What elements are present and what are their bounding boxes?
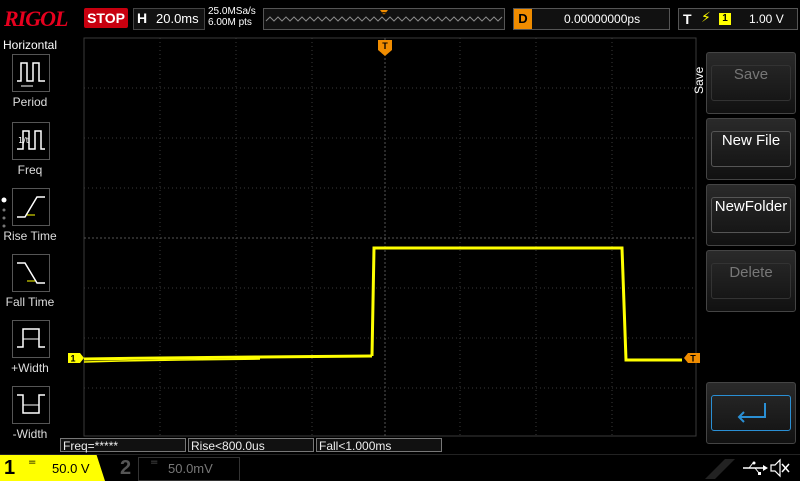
- sound-muted-icon: [770, 458, 790, 478]
- timebase-value: 20.0ms: [156, 11, 199, 26]
- measurement-rise: Rise<800.0us: [188, 438, 314, 453]
- delete-button-label: Delete: [711, 263, 791, 299]
- svg-text:T: T: [382, 41, 388, 51]
- new-folder-button-label: NewFolder: [711, 197, 791, 233]
- ch2-number: 2: [120, 457, 132, 479]
- measure-negative-width-button[interactable]: -Width: [0, 386, 60, 448]
- memory-overview-waveform: T: [265, 10, 503, 22]
- soft-menu: Save Save New File NewFolder Delete: [692, 36, 800, 454]
- measure-label: Period: [12, 95, 48, 109]
- rise-time-icon: [12, 188, 50, 226]
- svg-text:1/t: 1/t: [18, 136, 29, 145]
- ch1-scale: 50.0 V: [52, 461, 90, 476]
- rising-edge-icon: ⚡: [701, 10, 711, 26]
- sample-rate: 25.0MSa/s: [208, 6, 256, 17]
- ch2-status[interactable]: 2 = 50.0mV: [112, 455, 232, 481]
- delay-box[interactable]: D 0.00000000ps: [513, 8, 670, 30]
- measure-period-button[interactable]: Period: [0, 54, 60, 116]
- measure-positive-width-button[interactable]: +Width: [0, 320, 60, 382]
- ch1-ground-marker: 1: [68, 353, 84, 364]
- save-button[interactable]: Save: [706, 52, 796, 114]
- ch1-waveform: [83, 246, 682, 363]
- trigger-position-marker: T: [378, 40, 392, 56]
- measurement-freq: Freq=*****: [60, 438, 186, 453]
- new-file-button-label: New File: [711, 131, 791, 167]
- freq-icon: 1/t: [12, 122, 50, 160]
- measure-freq-button[interactable]: 1/t Freq: [0, 122, 60, 184]
- fall-time-icon: [12, 254, 50, 292]
- svg-text:T: T: [690, 354, 696, 364]
- ch1-status[interactable]: 1 = 50.0 V: [0, 455, 105, 481]
- enter-icon: [737, 403, 766, 423]
- timebase-box[interactable]: H 20.0ms: [133, 8, 205, 30]
- new-folder-button[interactable]: NewFolder: [706, 184, 796, 246]
- ch2-scale: 50.0mV: [168, 461, 213, 476]
- panel-corner-decoration: [705, 459, 735, 479]
- acquisition-info: 25.0MSa/s 6.00M pts: [208, 6, 256, 28]
- horizontal-key-label: H: [137, 10, 148, 26]
- measure-fall-time-button[interactable]: Fall Time: [0, 254, 60, 316]
- new-file-button[interactable]: New File: [706, 118, 796, 180]
- memory-overview-bar[interactable]: T: [263, 8, 505, 30]
- ch1-coupling-icon: =: [28, 457, 37, 468]
- enter-button-frame: [711, 395, 791, 431]
- page-dots-icon: [1, 197, 7, 228]
- status-icons: [705, 458, 790, 479]
- measure-category-title: Horizontal: [3, 38, 58, 52]
- measurement-results: Freq=***** Rise<800.0us Fall<1.000ms: [60, 438, 700, 454]
- trigger-level: 1.00 V: [749, 12, 784, 26]
- negative-width-icon: [12, 386, 50, 424]
- save-button-label: Save: [711, 65, 791, 101]
- trigger-level-marker: T: [684, 353, 700, 364]
- run-stop-button[interactable]: STOP: [84, 8, 128, 28]
- positive-width-icon: [12, 320, 50, 358]
- memory-depth: 6.00M pts: [208, 17, 252, 28]
- measure-label: Fall Time: [5, 295, 55, 309]
- channel-bar: 1 = 50.0 V 2 = 50.0mV: [0, 454, 800, 481]
- brand-logo: RIGOL: [4, 6, 68, 31]
- trigger-key-label: T: [683, 11, 692, 27]
- delay-value: 0.00000000ps: [564, 12, 641, 26]
- grid-center-lines: [84, 38, 696, 436]
- measure-label: Freq: [17, 163, 43, 177]
- svg-text:T: T: [382, 12, 387, 19]
- measure-label: Rise Time: [3, 229, 57, 243]
- usb-icon: [743, 461, 768, 475]
- measure-panel: Horizontal Period 1/t Freq Rise Time Fal…: [0, 36, 60, 454]
- delay-key-label: D: [514, 9, 532, 29]
- measure-label: +Width: [11, 361, 49, 375]
- top-status-bar: RIGOL STOP H 20.0ms 25.0MSa/s 6.00M pts …: [0, 0, 800, 36]
- period-icon: [12, 54, 50, 92]
- ch1-number: 1: [4, 457, 16, 479]
- trigger-source-badge: 1: [719, 13, 731, 25]
- ch2-coupling-icon: =: [150, 457, 159, 468]
- menu-tab-save[interactable]: Save: [692, 67, 706, 94]
- measure-rise-time-button[interactable]: Rise Time: [0, 188, 60, 250]
- trigger-box[interactable]: T ⚡ 1 1.00 V: [678, 8, 798, 30]
- svg-text:1: 1: [70, 354, 75, 364]
- waveform-display[interactable]: T 1 T: [60, 36, 700, 438]
- measure-label: -Width: [12, 427, 48, 441]
- grid-lines: [84, 38, 696, 436]
- delete-button[interactable]: Delete: [706, 250, 796, 312]
- measurement-fall: Fall<1.000ms: [316, 438, 442, 453]
- enter-button[interactable]: [706, 382, 796, 444]
